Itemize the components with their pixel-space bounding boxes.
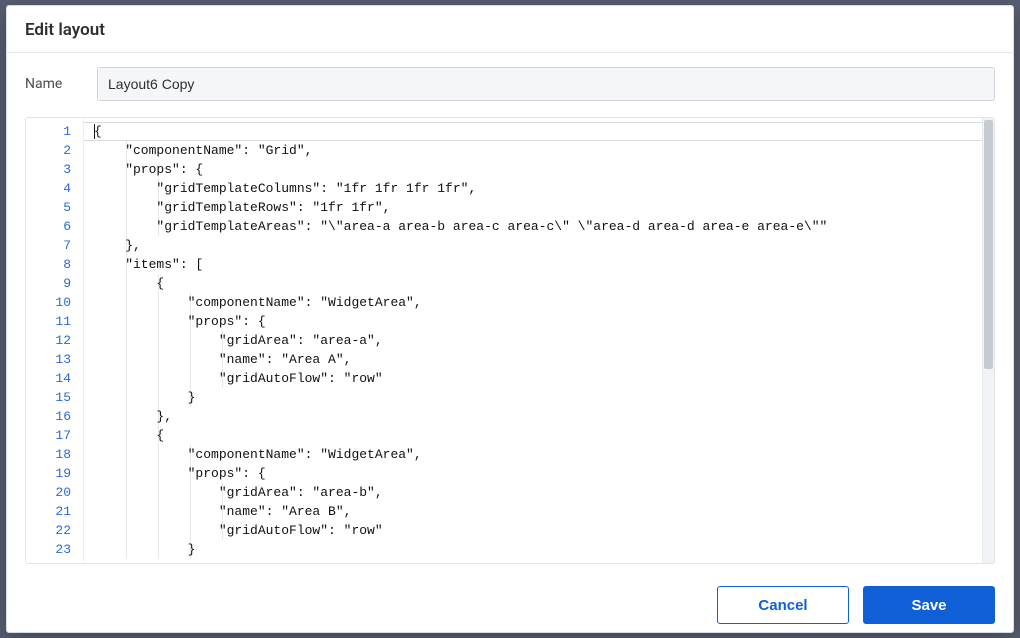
line-number: 3 xyxy=(30,160,71,179)
line-number: 5 xyxy=(30,198,71,217)
line-number: 13 xyxy=(30,350,71,369)
code-line[interactable]: } xyxy=(94,388,994,407)
code-line[interactable]: "gridAutoFlow": "row" xyxy=(94,369,994,388)
code-line[interactable]: "name": "Area B", xyxy=(94,502,994,521)
cancel-button[interactable]: Cancel xyxy=(717,586,849,624)
code-line[interactable]: "items": [ xyxy=(94,255,994,274)
code-line[interactable]: "gridArea": "area-b", xyxy=(94,483,994,502)
line-number: 17 xyxy=(30,426,71,445)
code-editor[interactable]: 1234567891011121314151617181920212223 { … xyxy=(25,117,995,564)
code-line[interactable]: "componentName": "Grid", xyxy=(94,141,994,160)
line-number: 10 xyxy=(30,293,71,312)
line-number: 16 xyxy=(30,407,71,426)
line-number: 11 xyxy=(30,312,71,331)
code-line[interactable]: "name": "Area A", xyxy=(94,350,994,369)
line-number: 9 xyxy=(30,274,71,293)
code-line[interactable]: }, xyxy=(94,236,994,255)
code-line[interactable]: "componentName": "WidgetArea", xyxy=(94,445,994,464)
code-lines[interactable]: { "componentName": "Grid", "props": { "g… xyxy=(84,118,994,563)
dialog-header: Edit layout xyxy=(7,6,1013,53)
line-number: 22 xyxy=(30,521,71,540)
line-number: 4 xyxy=(30,179,71,198)
code-line[interactable]: "componentName": "WidgetArea", xyxy=(94,293,994,312)
line-number: 7 xyxy=(30,236,71,255)
code-line[interactable]: "gridArea": "area-a", xyxy=(94,331,994,350)
code-line[interactable]: "props": { xyxy=(94,312,994,331)
save-button[interactable]: Save xyxy=(863,586,995,624)
line-number: 15 xyxy=(30,388,71,407)
line-number: 19 xyxy=(30,464,71,483)
name-label: Name xyxy=(25,76,97,92)
line-gutter: 1234567891011121314151617181920212223 xyxy=(26,118,84,563)
code-line[interactable]: }, xyxy=(94,407,994,426)
code-line[interactable]: "gridTemplateAreas": "\"area-a area-b ar… xyxy=(94,217,994,236)
edit-layout-dialog: Edit layout Name 12345678910111213141516… xyxy=(6,5,1014,633)
dialog-body: Name 12345678910111213141516171819202122… xyxy=(7,53,1013,572)
code-line[interactable]: "gridTemplateColumns": "1fr 1fr 1fr 1fr"… xyxy=(94,179,994,198)
code-line[interactable]: "props": { xyxy=(94,160,994,179)
dialog-footer: Cancel Save xyxy=(7,572,1013,638)
code-line[interactable]: { xyxy=(94,122,994,141)
vertical-scrollbar[interactable] xyxy=(982,118,994,563)
name-row: Name xyxy=(25,67,995,101)
code-line[interactable]: } xyxy=(94,540,994,559)
code-line[interactable]: { xyxy=(94,426,994,445)
line-number: 1 xyxy=(30,122,71,141)
name-input[interactable] xyxy=(97,67,995,101)
code-line[interactable]: "props": { xyxy=(94,464,994,483)
modal-backdrop: Edit layout Name 12345678910111213141516… xyxy=(0,0,1020,638)
line-number: 18 xyxy=(30,445,71,464)
code-area[interactable]: { "componentName": "Grid", "props": { "g… xyxy=(84,118,994,563)
code-line[interactable]: "gridAutoFlow": "row" xyxy=(94,521,994,540)
code-line[interactable]: "gridTemplateRows": "1fr 1fr", xyxy=(94,198,994,217)
scroll-thumb[interactable] xyxy=(984,120,993,369)
line-number: 2 xyxy=(30,141,71,160)
line-number: 23 xyxy=(30,540,71,559)
line-number: 8 xyxy=(30,255,71,274)
line-number: 20 xyxy=(30,483,71,502)
line-number: 6 xyxy=(30,217,71,236)
code-line[interactable]: { xyxy=(94,274,994,293)
line-number: 14 xyxy=(30,369,71,388)
line-number: 12 xyxy=(30,331,71,350)
dialog-title: Edit layout xyxy=(25,20,995,40)
line-number: 21 xyxy=(30,502,71,521)
